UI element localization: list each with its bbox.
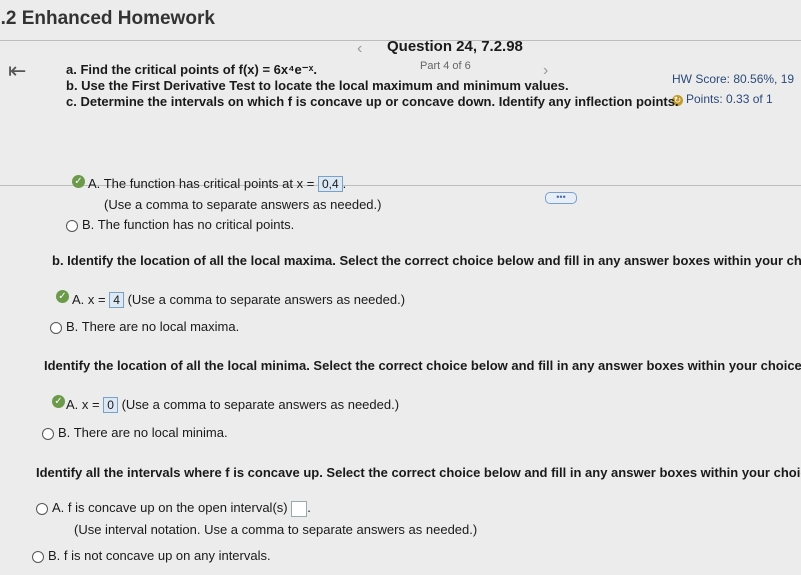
chevron-left-icon[interactable]: ‹	[357, 40, 362, 58]
radio-button[interactable]	[50, 322, 62, 334]
option-note: (Use a comma to separate answers as need…	[127, 292, 406, 307]
answer-box[interactable]: 0,4	[317, 176, 343, 192]
minima-option-a[interactable]: A. x = 0 (Use a comma to separate answer…	[66, 397, 399, 413]
more-dots-icon[interactable]: •••	[545, 192, 577, 204]
question-part: Part 4 of 6	[420, 60, 471, 72]
option-letter: A.	[66, 397, 79, 412]
radio-button[interactable]	[66, 220, 78, 232]
option-prefix: x =	[87, 292, 106, 307]
option-letter: A.	[88, 176, 101, 191]
prompt-b: b. Use the First Derivative Test to loca…	[66, 78, 569, 93]
radio-button[interactable]	[36, 503, 48, 515]
option-text: f is not concave up on any intervals.	[63, 548, 271, 563]
answer-box[interactable]: 0	[103, 397, 118, 413]
radio-button[interactable]	[42, 428, 54, 440]
part-a-option-b[interactable]: B. The function has no critical points.	[82, 217, 294, 232]
option-letter: B.	[66, 319, 79, 334]
points-score: ↻ Points: 0.33 of 1	[672, 92, 773, 106]
minima-option-b[interactable]: B. There are no local minima.	[58, 425, 228, 440]
prompt-c: c. Determine the intervals on which f is…	[66, 94, 679, 109]
part-a-option-a[interactable]: A. The function has critical points at x…	[88, 176, 346, 192]
concave-option-b[interactable]: B. f is not concave up on any intervals.	[48, 548, 271, 563]
points-text: Points: 0.33 of 1	[686, 92, 773, 106]
option-text: The function has critical points at x =	[103, 176, 315, 191]
concave-note: (Use interval notation. Use a comma to s…	[74, 522, 478, 537]
radio-button[interactable]	[32, 551, 44, 563]
option-letter: B.	[58, 425, 71, 440]
option-text: There are no local minima.	[73, 425, 228, 440]
concave-option-a[interactable]: A. f is concave up on the open interval(…	[52, 500, 311, 517]
option-note: (Use a comma to separate answers as need…	[121, 397, 400, 412]
concave-instruction: Identify all the intervals where f is co…	[36, 465, 801, 480]
part-a-note: (Use a comma to separate answers as need…	[104, 197, 382, 212]
back-arrow-icon[interactable]: ⇤	[8, 58, 26, 84]
option-text: The function has no critical points.	[97, 217, 295, 232]
maxima-instruction: b. Identify the location of all the loca…	[52, 253, 801, 268]
hw-score: HW Score: 80.56%, 19	[672, 72, 795, 86]
question-title: Question 24, 7.2.98	[387, 38, 523, 55]
answer-box[interactable]: 4	[109, 292, 124, 308]
option-text: f is concave up on the open interval(s)	[67, 500, 288, 515]
maxima-option-a[interactable]: A. x = 4 (Use a comma to separate answer…	[72, 292, 405, 308]
maxima-option-b[interactable]: B. There are no local maxima.	[66, 319, 239, 334]
minima-instruction: Identify the location of all the local m…	[44, 358, 801, 373]
option-text: There are no local maxima.	[81, 319, 240, 334]
correct-check-icon: ✓	[72, 175, 85, 188]
correct-check-icon: ✓	[52, 395, 65, 408]
correct-check-icon: ✓	[56, 290, 69, 303]
option-letter: B.	[82, 217, 95, 232]
option-prefix: x =	[81, 397, 100, 412]
option-letter: A.	[52, 500, 65, 515]
option-letter: A.	[72, 292, 85, 307]
assignment-title: 7.2 Enhanced Homework	[0, 8, 215, 29]
prompt-a: a. Find the critical points of f(x) = 6x…	[66, 62, 318, 77]
option-letter: B.	[48, 548, 61, 563]
answer-box[interactable]	[291, 500, 308, 517]
